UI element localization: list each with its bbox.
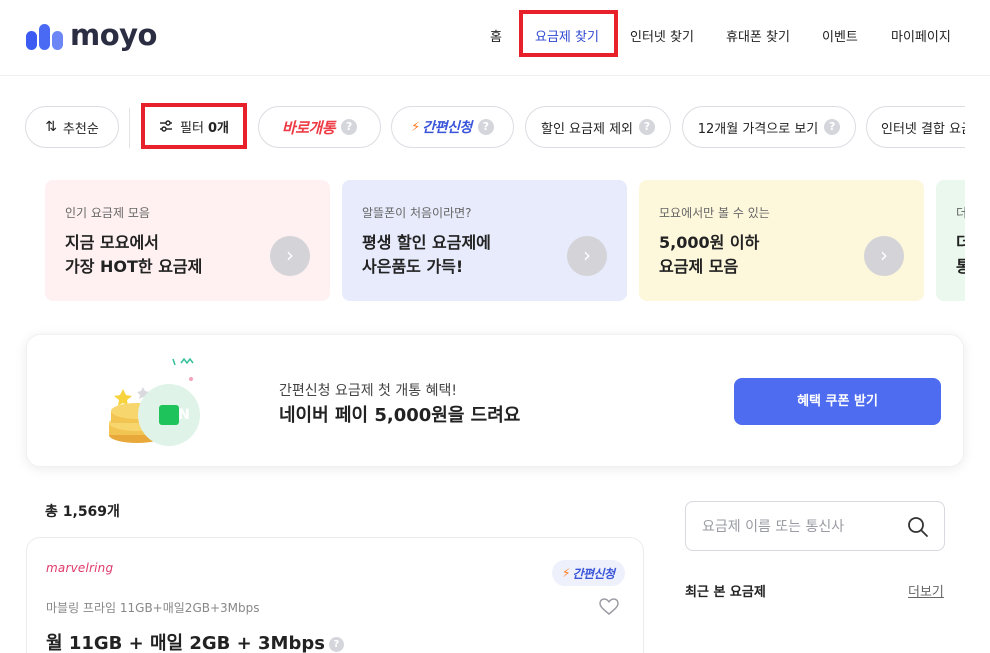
chip-label: 인터넷 결합 요금 xyxy=(881,121,965,137)
plan-title-text: 월 11GB + 매일 2GB + 3Mbps xyxy=(46,633,325,653)
promo-card-discount[interactable]: 알뜰폰이 처음이라면? 평생 할인 요금제에 사은품도 가득! › xyxy=(342,180,627,301)
bolt-icon: ⚡ xyxy=(562,566,571,580)
sort-icon: ⇅ xyxy=(45,119,57,135)
bolt-icon: ⚡ xyxy=(411,119,421,135)
chip-12month-price[interactable]: 12개월 가격으로 보기 ? xyxy=(682,106,856,148)
chip-label: 간편신청 xyxy=(422,120,472,136)
coin-illustration xyxy=(109,357,200,446)
recent-plans-title: 최근 본 요금제 xyxy=(685,585,766,600)
filter-divider xyxy=(129,108,130,148)
heart-icon[interactable] xyxy=(599,598,619,616)
chevron-right-icon: › xyxy=(567,236,607,276)
chip-baro-gaetong[interactable]: 바로개통 ? xyxy=(258,106,381,148)
promo-sub: 인기 요금제 모음 xyxy=(65,206,150,220)
banner-title: 네이버 페이 5,000원을 드려요 xyxy=(279,405,521,426)
nav-home[interactable]: 홈 xyxy=(490,26,502,45)
nav-mypage[interactable]: 마이페이지 xyxy=(891,26,951,45)
promo-sub: 알뜰폰이 처음이라면? xyxy=(362,206,472,220)
filter-label: 필터 xyxy=(180,120,204,136)
help-icon[interactable]: ? xyxy=(477,119,494,135)
chip-label: 바로개통 xyxy=(281,118,336,137)
chevron-right-icon: › xyxy=(864,236,904,276)
logo-text: moyo xyxy=(70,18,157,52)
sort-button[interactable]: ⇅ 추천순 xyxy=(25,106,119,148)
promo-cards: 인기 요금제 모음 지금 모요에서 가장 HOT한 요금제 › 알뜰폰이 처음이… xyxy=(45,180,965,301)
search-input[interactable] xyxy=(702,516,902,538)
chip-exclude-discount[interactable]: 할인 요금제 제외 ? xyxy=(525,106,671,148)
site-header: moyo 홈 요금제 찾기 인터넷 찾기 휴대폰 찾기 이벤트 마이페이지 xyxy=(0,0,990,76)
plan-search-box xyxy=(685,501,945,551)
help-icon[interactable]: ? xyxy=(328,636,344,652)
nav-highlight-box xyxy=(519,10,618,57)
moyo-logo-icon xyxy=(26,24,63,50)
help-icon[interactable]: ? xyxy=(341,119,358,135)
plan-title: 월 11GB + 매일 2GB + 3Mbps? xyxy=(46,629,344,653)
promo-card-hot[interactable]: 인기 요금제 모음 지금 모요에서 가장 HOT한 요금제 › xyxy=(45,180,330,301)
chip-label: 할인 요금제 제외 xyxy=(541,121,633,137)
coin-letter: N xyxy=(178,407,190,423)
badge-label: 간편신청 xyxy=(572,566,615,581)
promo-title: 평생 할인 요금제에 사은품도 가득! xyxy=(362,233,491,276)
filter-count: 0개 xyxy=(207,120,229,136)
search-icon[interactable] xyxy=(907,516,929,538)
nav-event[interactable]: 이벤트 xyxy=(822,26,858,45)
chip-easy-apply[interactable]: ⚡ 간편신청 ? xyxy=(391,106,514,148)
more-link[interactable]: 더보기 xyxy=(908,581,944,600)
promo-card-cheap[interactable]: 모요에서만 볼 수 있는 5,000원 이하 요금제 모음 › xyxy=(639,180,924,301)
promo-sub: 모요에서만 볼 수 있는 xyxy=(659,206,770,220)
nav-find-phone[interactable]: 휴대폰 찾기 xyxy=(726,26,790,45)
coupon-button[interactable]: 혜택 쿠폰 받기 xyxy=(734,378,941,425)
promo-title: 지금 모요에서 가장 HOT한 요금제 xyxy=(65,233,203,276)
plan-name: 마블링 프라임 11GB+매일2GB+3Mbps xyxy=(46,601,260,615)
logo[interactable]: moyo xyxy=(26,20,157,50)
sort-label: 추천순 xyxy=(62,121,99,137)
promo-card-partial[interactable]: 더 더 통 xyxy=(936,180,965,301)
easy-apply-badge: ⚡ 간편신청 xyxy=(552,560,625,586)
sliders-icon xyxy=(160,120,173,132)
plan-card[interactable]: marvelring ⚡ 간편신청 마블링 프라임 11GB+매일2GB+3Mb… xyxy=(26,537,644,653)
promo-title: 더 통 xyxy=(956,233,965,276)
promo-sub: 더 xyxy=(956,206,965,220)
nav-find-internet[interactable]: 인터넷 찾기 xyxy=(630,26,694,45)
chevron-right-icon: › xyxy=(270,236,310,276)
promo-title: 5,000원 이하 요금제 모음 xyxy=(659,233,760,276)
help-icon[interactable]: ? xyxy=(639,119,655,135)
result-count: 총 1,569개 xyxy=(45,504,120,520)
chip-internet-bundle[interactable]: 인터넷 결합 요금 xyxy=(866,106,965,148)
banner-subtitle: 간편신청 요금제 첫 개통 혜택! xyxy=(279,383,457,399)
filter-button[interactable]: 필터 0개 xyxy=(141,103,247,149)
chip-label: 12개월 가격으로 보기 xyxy=(697,121,819,137)
help-icon[interactable]: ? xyxy=(824,119,841,135)
carrier-logo: marvelring xyxy=(46,561,114,575)
event-banner: N 간편신청 요금제 첫 개통 혜택! 네이버 페이 5,000원을 드려요 혜… xyxy=(26,334,964,467)
